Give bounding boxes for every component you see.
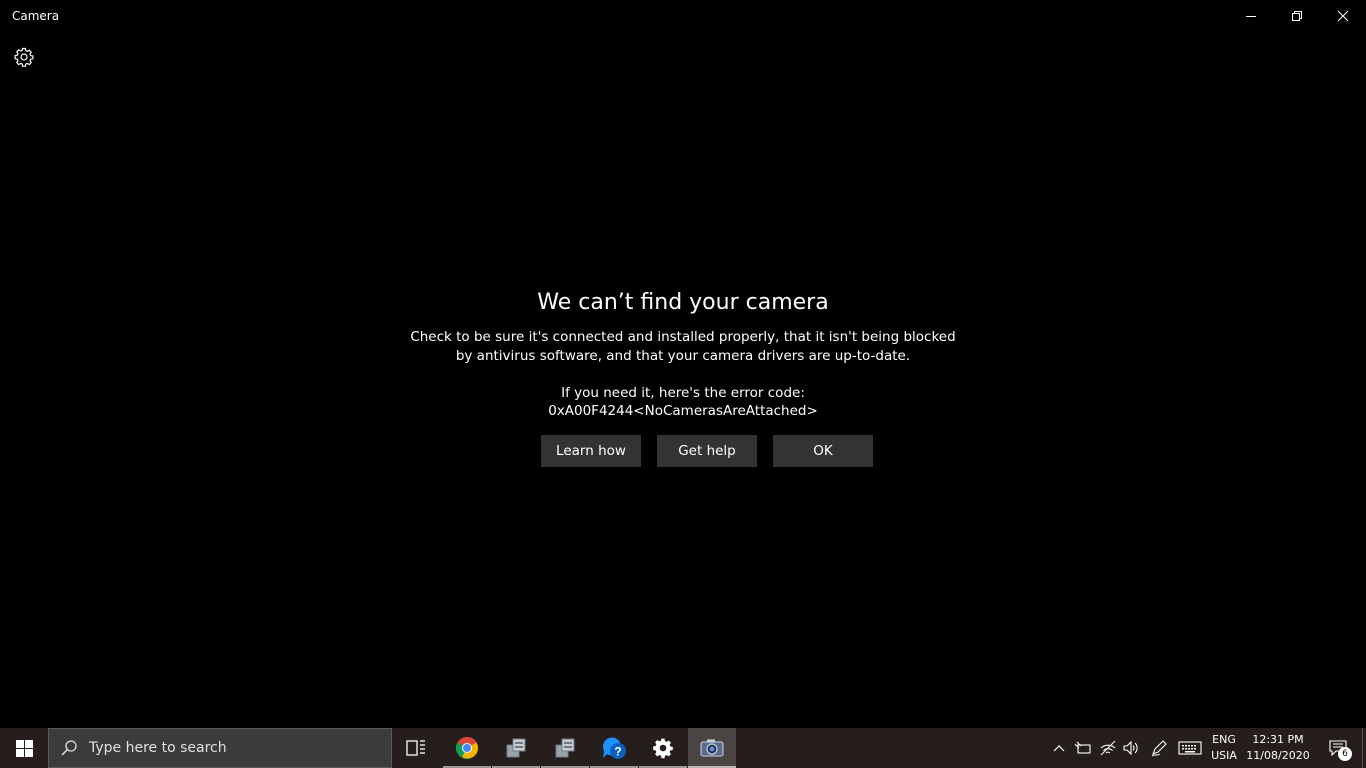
search-placeholder: Type here to search <box>89 740 227 756</box>
ok-button[interactable]: OK <box>773 435 873 467</box>
network-tray-button[interactable] <box>1097 728 1119 768</box>
task-view-icon <box>406 740 425 756</box>
settings-taskbar-button[interactable] <box>639 728 687 768</box>
chevron-up-icon <box>1053 745 1065 752</box>
error-title: We can’t find your camera <box>537 290 829 315</box>
title-bar: Camera <box>0 0 1366 32</box>
input-language-indicator[interactable]: ENG USIA <box>1206 732 1242 764</box>
notification-count-badge: 6 <box>1338 747 1352 761</box>
chrome-icon <box>456 737 478 759</box>
keyboard-icon <box>1178 741 1202 755</box>
restore-icon <box>1292 11 1302 21</box>
app-icon <box>555 738 575 758</box>
error-description-line: by antivirus software, and that your cam… <box>455 348 911 364</box>
show-desktop-button[interactable] <box>1362 728 1366 768</box>
pen-icon <box>1151 740 1167 757</box>
minimize-icon <box>1246 16 1256 17</box>
app-taskbar-button[interactable] <box>492 728 540 768</box>
taskbar-clock[interactable]: 12:31 PM 11/08/2020 <box>1246 732 1310 764</box>
power-plug-icon <box>1074 741 1091 754</box>
camera-icon <box>700 739 724 757</box>
close-icon <box>1337 10 1349 22</box>
get-help-taskbar-button[interactable]: ? <box>590 728 638 768</box>
camera-taskbar-button[interactable] <box>688 728 736 768</box>
settings-gear-icon <box>653 738 673 759</box>
error-code-block: If you need it, here's the error code: 0… <box>383 384 983 420</box>
learn-how-button[interactable]: Learn how <box>541 435 641 467</box>
app-icon <box>506 738 526 758</box>
wifi-icon <box>1100 740 1116 756</box>
clock-time: 12:31 PM <box>1252 733 1304 746</box>
windows-logo-icon <box>15 739 33 757</box>
pen-workspace-button[interactable] <box>1148 728 1170 768</box>
minimize-button[interactable] <box>1228 0 1274 32</box>
battery-tray-button[interactable] <box>1072 728 1094 768</box>
language-region: USIA <box>1211 749 1237 762</box>
dialog-buttons: Learn how Get help OK <box>541 435 873 467</box>
app-taskbar-button[interactable] <box>541 728 589 768</box>
svg-text:?: ? <box>614 745 621 759</box>
get-help-icon: ? <box>602 737 626 759</box>
show-hidden-icons-button[interactable] <box>1050 728 1068 768</box>
action-center-button[interactable]: 6 <box>1318 728 1358 768</box>
search-icon <box>49 728 89 768</box>
taskbar-search-box[interactable]: Type here to search <box>48 728 392 768</box>
error-code-intro: If you need it, here's the error code: <box>561 385 805 401</box>
chrome-taskbar-button[interactable] <box>443 728 491 768</box>
language-code: ENG <box>1212 733 1236 746</box>
gear-icon <box>14 47 34 67</box>
settings-button[interactable] <box>8 41 40 73</box>
restore-button[interactable] <box>1274 0 1320 32</box>
task-view-button[interactable] <box>392 728 440 768</box>
close-button[interactable] <box>1320 0 1366 32</box>
error-code: 0xA00F4244<NoCamerasAreAttached> <box>548 403 818 419</box>
get-help-button[interactable]: Get help <box>657 435 757 467</box>
error-description-line: Check to be sure it's connected and inst… <box>410 329 956 345</box>
speaker-icon <box>1123 740 1138 756</box>
window-title: Camera <box>12 9 60 23</box>
touch-keyboard-button[interactable] <box>1176 728 1204 768</box>
error-panel: We can’t find your camera Check to be su… <box>383 286 983 420</box>
start-button[interactable] <box>0 728 48 768</box>
taskbar: Type here to search ? ENG USIA 12:31 PM … <box>0 728 1366 768</box>
volume-tray-button[interactable] <box>1120 728 1142 768</box>
clock-date: 11/08/2020 <box>1246 749 1310 762</box>
error-description: Check to be sure it's connected and inst… <box>383 328 983 366</box>
